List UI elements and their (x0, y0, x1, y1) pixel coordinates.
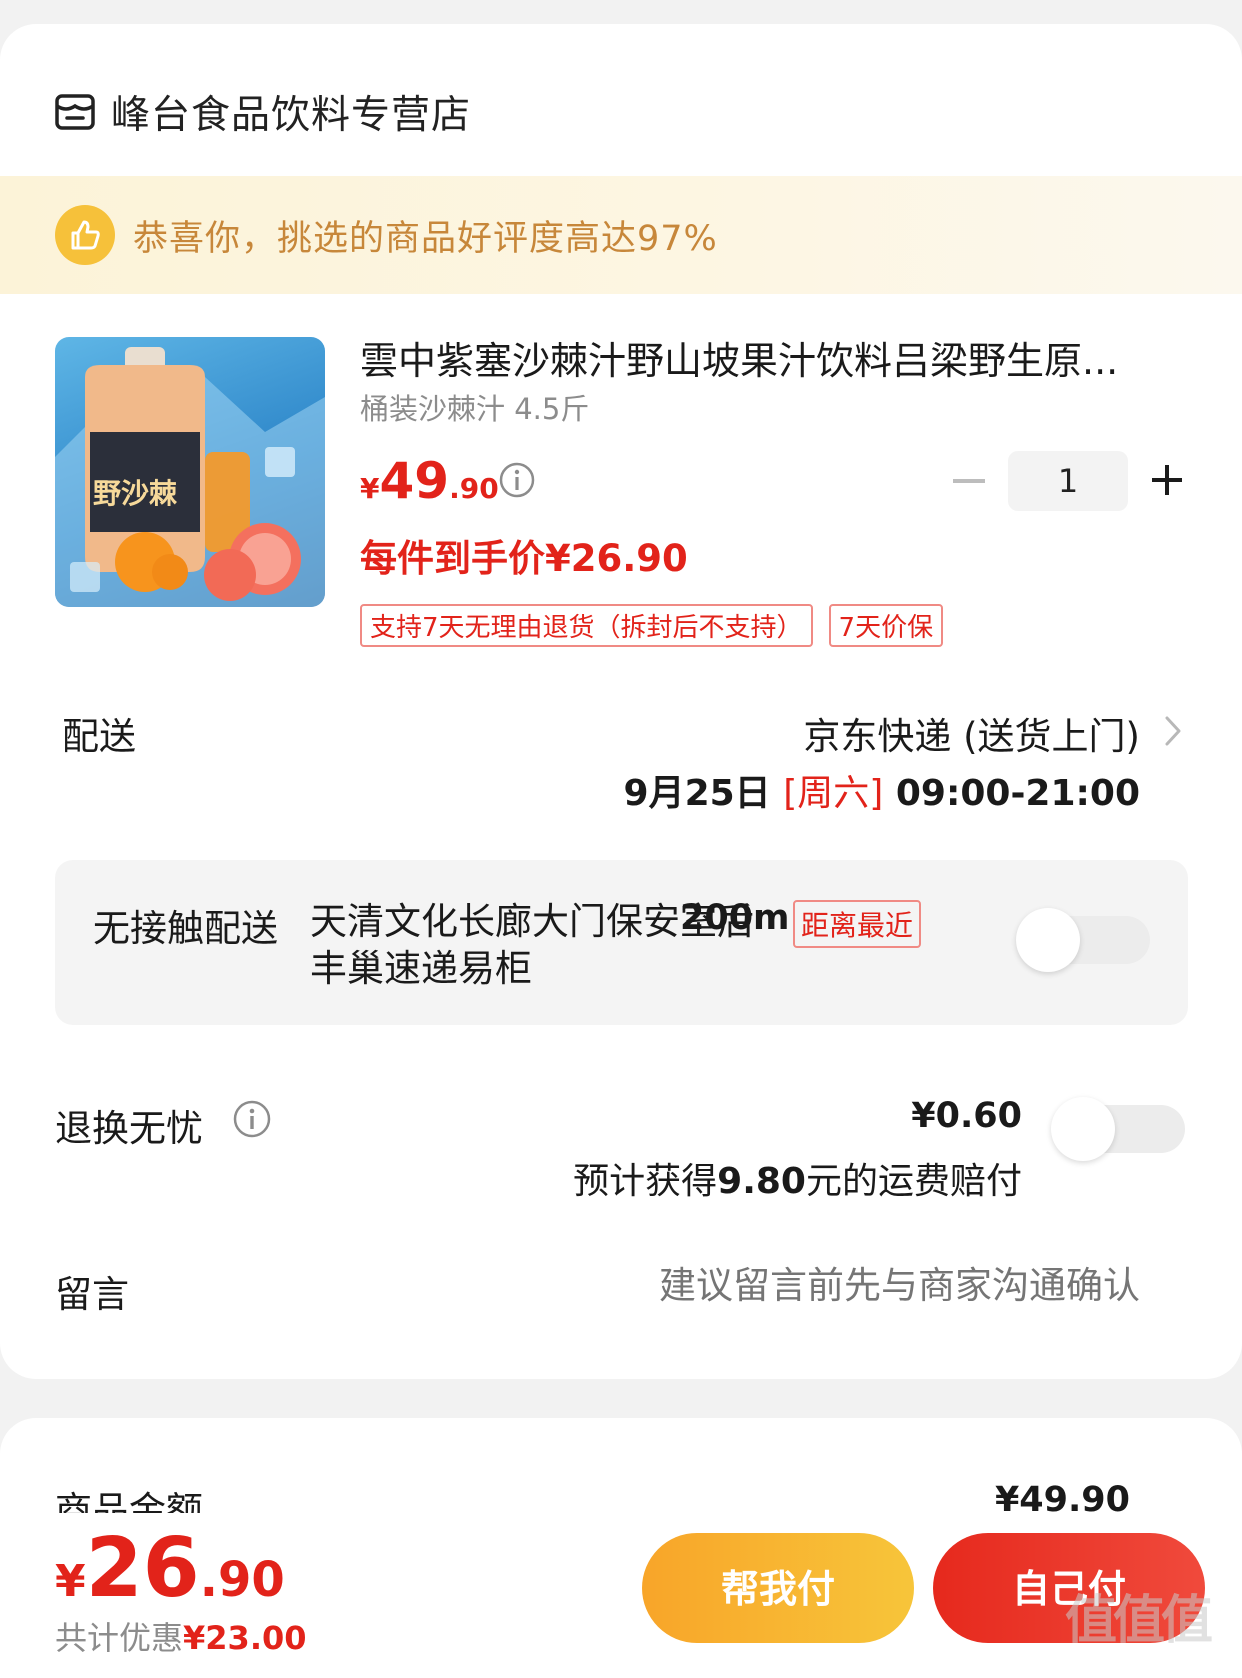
store-icon (55, 94, 95, 130)
return-info-icon[interactable] (232, 1099, 272, 1139)
price-decimal: .90 (449, 472, 499, 505)
locker-distance: 200m (680, 898, 790, 938)
toggle-knob (1016, 908, 1080, 972)
return-policy-tag: 支持7天无理由退货（拆封后不支持） (360, 604, 813, 647)
return-compensation-note: 预计获得9.80元的运费赔付 (573, 1152, 1022, 1204)
quantity-value[interactable]: 1 (1008, 451, 1128, 511)
total-discount: 共计优惠¥23.00 (55, 1613, 307, 1659)
note-suffix: 元的运费赔付 (805, 1161, 1022, 1202)
note-prefix: 预计获得 (573, 1161, 718, 1202)
shipping-method[interactable]: 京东快递 (送货上门) (803, 706, 1140, 760)
contactless-delivery-box: 无接触配送 天清文化长廊大门保安室后丰巢速递易柜 200m 距离最近 (55, 860, 1188, 1025)
contactless-toggle[interactable] (1016, 908, 1150, 972)
contactless-label: 无接触配送 (93, 907, 278, 950)
banner-text: 恭喜你，挑选的商品好评度高达97% (133, 218, 718, 259)
return-service-fee: ¥0.60 (911, 1096, 1022, 1136)
increase-quantity-button[interactable] (1150, 463, 1184, 497)
product-title[interactable]: 雲中紫塞沙棘汁野山坡果汁饮料吕梁野生原... (360, 330, 1160, 385)
price-integer: 49 (379, 452, 450, 510)
delivery-date: 9月25日 (623, 773, 771, 814)
checkout-bar: ¥ 26 .90 共计优惠¥23.00 帮我付 自己付 (0, 1513, 1242, 1663)
return-service-label: 退换无忧 (55, 1107, 203, 1150)
total-price: ¥ 26 .90 (55, 1521, 285, 1616)
product-image[interactable]: 野沙棘 (55, 337, 325, 607)
shipping-label: 配送 (62, 715, 136, 758)
net-price: 每件到手价¥26.90 (360, 537, 688, 580)
message-input[interactable] (580, 1264, 1140, 1307)
help-me-pay-button[interactable]: 帮我付 (642, 1533, 914, 1643)
product-price: ¥ 49 .90 (360, 452, 499, 510)
message-label: 留言 (55, 1273, 129, 1316)
store-name: 峰台食品饮料专营店 (111, 93, 472, 138)
product-spec: 桶装沙棘汁 4.5斤 (360, 392, 590, 426)
delivery-window: 09:00-21:00 (895, 773, 1140, 814)
price-currency: ¥ (360, 472, 380, 505)
service-tags: 支持7天无理由退货（拆封后不支持） 7天价保 (360, 604, 944, 647)
price-protect-tag: 7天价保 (828, 604, 944, 647)
delivery-time[interactable]: 9月25日 [周六] 09:00-21:00 (624, 764, 1140, 816)
site-watermark: 值值值 (1065, 1578, 1235, 1658)
rating-banner: 恭喜你，挑选的商品好评度高达97% (0, 176, 1242, 294)
watermark-text: 值值值 (1065, 1591, 1213, 1651)
total-currency: ¥ (55, 1556, 86, 1607)
discount-value: ¥23.00 (183, 1619, 307, 1657)
decrease-quantity-button[interactable] (953, 479, 985, 483)
nearest-badge: 距离最近 (793, 900, 922, 948)
product-image-label: 野沙棘 (93, 477, 178, 510)
return-service-toggle[interactable] (1051, 1097, 1185, 1161)
toggle-knob (1051, 1097, 1115, 1161)
discount-label: 共计优惠 (55, 1619, 184, 1657)
note-amount: 9.80 (717, 1161, 806, 1202)
chevron-right-icon[interactable] (1163, 714, 1183, 748)
store-header[interactable]: 峰台食品饮料专营店 (55, 84, 471, 140)
thumbs-up-icon (55, 205, 115, 265)
price-info-icon[interactable] (498, 461, 536, 499)
delivery-weekday: [周六] (783, 773, 884, 814)
total-decimal: .90 (199, 1552, 285, 1608)
total-integer: 26 (85, 1521, 200, 1616)
